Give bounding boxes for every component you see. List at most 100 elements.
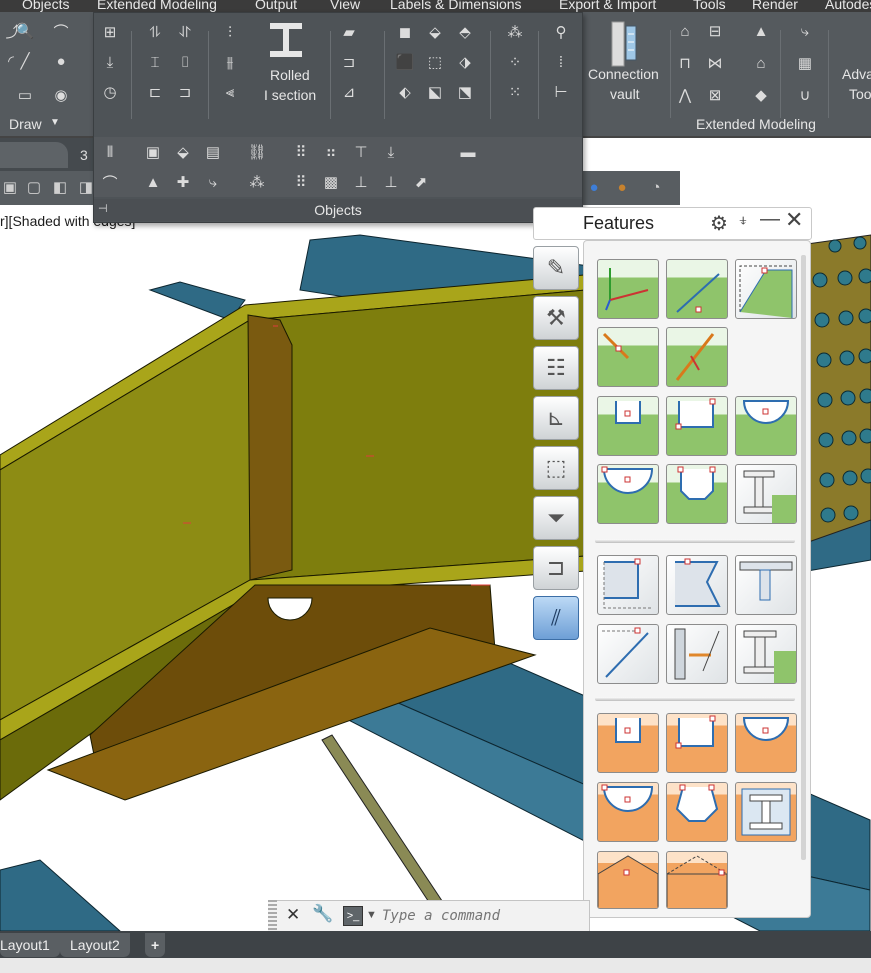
chevron-down-icon[interactable]: ▼ — [50, 117, 60, 128]
polygon-cutout-feature-icon[interactable] — [666, 464, 728, 524]
cage-ladder-icon[interactable]: ∪ — [794, 84, 816, 106]
stud-green-icon[interactable]: ⊥ — [350, 171, 372, 193]
profile-t-cut-feature-icon[interactable] — [735, 555, 797, 615]
arc-notch-feature-icon[interactable] — [735, 396, 797, 456]
profile-corner-feature-icon[interactable] — [597, 555, 659, 615]
category-coordinate-axes-icon[interactable]: ⊾ — [533, 396, 579, 440]
menu-render[interactable]: Render — [752, 0, 798, 12]
anchor-icon[interactable]: ⊢ — [550, 81, 572, 103]
clock-icon[interactable]: ◷ — [99, 81, 121, 103]
profile-grid-icon[interactable]: ⫵ — [219, 51, 241, 73]
roof-icon[interactable]: ⌂ — [750, 52, 772, 74]
column-icon[interactable]: ⫴ — [99, 141, 121, 163]
stair-icon[interactable]: ⋀ — [674, 84, 696, 106]
pattern-c-icon[interactable]: ⁙ — [504, 81, 526, 103]
category-plate-features-icon[interactable]: ⫽ — [533, 596, 579, 640]
beam-plate-icon[interactable]: ⊏ — [144, 81, 166, 103]
plate-weld-icon[interactable]: ⬔ — [454, 81, 476, 103]
beam-shorten-icon[interactable]: ⌷ — [174, 51, 196, 73]
weld-line-icon[interactable]: ▬ — [454, 141, 482, 163]
profile-miter-feature-icon[interactable] — [666, 555, 728, 615]
menu-view[interactable]: View — [330, 0, 360, 12]
menu-objects[interactable]: Objects — [22, 0, 69, 12]
plate-small-icon[interactable]: ▣ — [142, 141, 164, 163]
tower-icon[interactable]: ◆ — [750, 84, 772, 106]
close-icon[interactable]: ✕ — [286, 905, 300, 925]
mesh-icon[interactable]: ⁂ — [246, 171, 268, 193]
bolt-pattern-a-icon[interactable]: ⠿ — [290, 141, 312, 163]
cross-icon[interactable]: ✚ — [172, 171, 194, 193]
plate-tilt-icon[interactable]: ⬙ — [172, 141, 194, 163]
miter-feature-icon[interactable] — [597, 327, 659, 387]
wrench-icon[interactable]: 🔧 — [312, 904, 333, 924]
cone-icon[interactable]: ▲ — [142, 171, 164, 193]
plate-square-icon[interactable]: ◼ — [394, 21, 416, 43]
plate-split-icon[interactable]: ⬚ — [424, 51, 446, 73]
connection-vault-label-1[interactable]: Connection — [588, 66, 659, 82]
cabin-icon[interactable]: ▲ — [750, 20, 772, 42]
category-filter-icon[interactable]: ⏷ — [533, 496, 579, 540]
category-profile-cut-icon[interactable]: ⊐ — [533, 546, 579, 590]
beam-split-icon[interactable]: ⌶ — [144, 51, 166, 73]
view-cube-icon[interactable]: ▣ — [0, 177, 20, 197]
plate-rect-cutout-feature-icon[interactable] — [666, 713, 728, 773]
pattern-a-icon[interactable]: ⁂ — [504, 21, 526, 43]
command-input[interactable] — [380, 903, 584, 929]
command-prompt-icon[interactable]: >_ — [343, 906, 363, 926]
menu-labels-dimensions[interactable]: Labels & Dimensions — [390, 0, 522, 12]
railing-icon[interactable]: ⊠ — [704, 84, 726, 106]
draw-panel-label[interactable]: Draw — [9, 116, 42, 132]
bolt-pattern-c-icon[interactable]: ⠿ — [290, 171, 312, 193]
beam-connect-icon[interactable]: ⥯ — [174, 21, 196, 43]
menu-autodesk[interactable]: Autodesk — [825, 0, 871, 12]
plate-shrink-icon[interactable]: ⬖ — [394, 81, 416, 103]
category-user-properties-icon[interactable]: ☷ — [533, 346, 579, 390]
material-sphere-icon[interactable]: ● — [612, 177, 632, 197]
plate-round-cutout-feature-icon[interactable] — [597, 782, 659, 842]
rect-cutout-feature-icon[interactable] — [666, 396, 728, 456]
beam-join-icon[interactable]: ⊐ — [174, 81, 196, 103]
tab-layout1[interactable]: Layout1 — [0, 933, 60, 957]
connection-vault-label-2[interactable]: vault — [610, 86, 640, 102]
draw-circle-icon[interactable]: ● — [50, 50, 72, 72]
chevron-down-icon[interactable]: ▼ — [366, 909, 377, 921]
advance-tools-label-2[interactable]: Too — [849, 86, 871, 102]
pin-icon[interactable]: ⊣ — [98, 202, 108, 215]
pattern-b-icon[interactable]: ⁘ — [504, 51, 526, 73]
arc-beam-icon[interactable]: ⌒ — [99, 171, 121, 193]
anchor-down-icon[interactable]: ⤓ — [380, 141, 402, 163]
bracing-icon[interactable]: ⋈ — [704, 52, 726, 74]
plate-gable-feature-icon[interactable] — [597, 851, 659, 909]
house-frame-icon[interactable]: ⌂ — [674, 20, 696, 42]
category-pencil-icon[interactable]: ✎ — [533, 246, 579, 290]
render-sphere-icon[interactable]: ● — [584, 177, 604, 197]
minimize-icon[interactable]: — — [760, 208, 780, 231]
truss-icon[interactable]: ⊟ — [704, 20, 726, 42]
cut-line-feature-icon[interactable] — [666, 327, 728, 387]
grating-panel-icon[interactable]: ▤ — [202, 141, 224, 163]
plate-extend-icon[interactable]: ⬕ — [424, 81, 446, 103]
draw-search-icon[interactable]: 🔍 — [14, 20, 36, 42]
profile-chamfer-feature-icon[interactable] — [597, 624, 659, 684]
view-cube-side-icon[interactable]: ◧ — [50, 177, 70, 197]
menu-output[interactable]: Output — [255, 0, 297, 12]
portal-frame-icon[interactable]: ⊓ — [674, 52, 696, 74]
plate-icon[interactable]: ▰ — [338, 21, 360, 43]
angle-icon[interactable]: ⊿ — [338, 81, 360, 103]
palette-scrollbar[interactable] — [801, 255, 806, 860]
document-tab[interactable] — [0, 142, 68, 168]
bolt-green-icon[interactable]: ▩ — [320, 171, 342, 193]
menu-export-import[interactable]: Export & Import — [559, 0, 656, 12]
beam-red-icon[interactable]: ⥮ — [144, 21, 166, 43]
command-grip[interactable] — [268, 900, 277, 931]
i-section-cut-feature-icon[interactable] — [735, 464, 797, 524]
pin-palette-icon[interactable]: ⍖ — [738, 210, 749, 231]
rolled-i-section-icon[interactable] — [266, 19, 306, 63]
coordinate-system-feature-icon[interactable] — [597, 259, 659, 319]
corner-chamfer-feature-icon[interactable] — [735, 259, 797, 319]
extended-modeling-panel-label[interactable]: Extended Modeling — [696, 116, 816, 132]
channel-icon[interactable]: ⊐ — [338, 51, 360, 73]
plate-polygon-cutout-feature-icon[interactable] — [666, 782, 728, 842]
draw-ellipse-icon[interactable]: ◉ — [50, 84, 72, 106]
display-globe-icon[interactable]: ◔ — [646, 177, 666, 197]
